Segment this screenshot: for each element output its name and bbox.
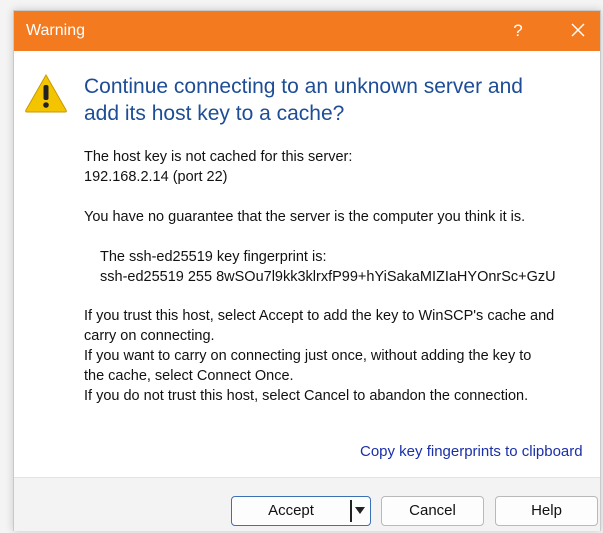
dialog-heading: Continue connecting to an unknown server…: [84, 73, 564, 127]
fingerprint-value: ssh-ed25519 255 8wSOu7l9kk3klrxfP99+hYiS…: [100, 269, 556, 285]
help-button[interactable]: Help: [495, 496, 598, 526]
heading-line-1: Continue connecting to an unknown server…: [84, 75, 523, 98]
instruction-line-1: If you trust this host, select Accept to…: [84, 308, 555, 324]
server-address-text: 192.168.2.14 (port 22): [84, 169, 228, 185]
instructions-text: If you trust this host, select Accept to…: [84, 306, 554, 406]
accept-button-label: Accept: [268, 502, 314, 519]
heading-line-2: add its host key to a cache?: [84, 102, 345, 125]
instruction-line-3: If you want to carry on connecting just …: [84, 348, 532, 364]
close-button[interactable]: [564, 17, 592, 45]
warning-dialog: Warning ? Continue connecting to an unkn…: [13, 10, 601, 531]
cancel-button[interactable]: Cancel: [381, 496, 484, 526]
instruction-line-5: If you do not trust this host, select Ca…: [84, 388, 529, 404]
copy-fingerprints-link[interactable]: Copy key fingerprints to clipboard: [360, 443, 583, 460]
instruction-line-2: carry on connecting.: [84, 328, 215, 344]
no-guarantee-text: You have no guarantee that the server is…: [84, 209, 526, 225]
instruction-line-4: the cache, select Connect Once.: [84, 368, 294, 384]
fingerprint-label: The ssh-ed25519 key fingerprint is:: [100, 249, 327, 265]
window-title: Warning: [26, 22, 85, 39]
close-icon: [571, 23, 585, 37]
warning-triangle-icon: [25, 73, 67, 113]
help-title-button[interactable]: ?: [504, 17, 532, 45]
caret-down-icon[interactable]: [355, 507, 365, 515]
accept-button[interactable]: Accept: [231, 496, 371, 526]
split-separator: [350, 500, 352, 522]
title-bar: Warning ?: [14, 11, 600, 51]
button-bar: Accept Cancel Help: [14, 477, 600, 531]
host-key-info: The host key is not cached for this serv…: [84, 147, 352, 187]
fingerprint-block: The ssh-ed25519 key fingerprint is: ssh-…: [100, 247, 556, 287]
host-key-not-cached-text: The host key is not cached for this serv…: [84, 149, 353, 165]
